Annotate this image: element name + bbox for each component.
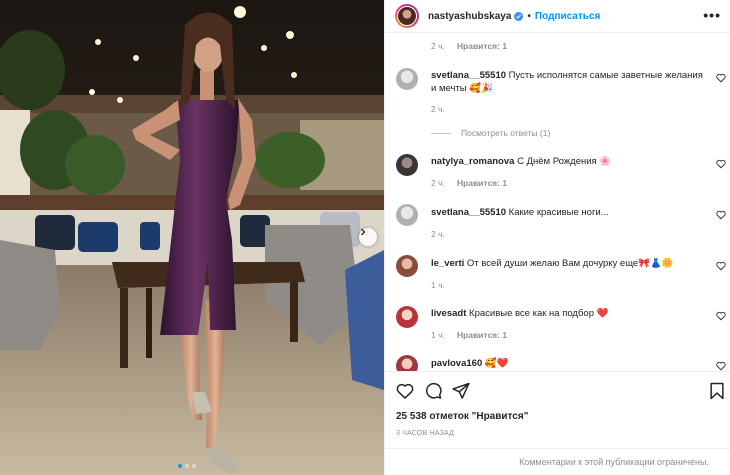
- comment-meta: 2 ч.: [431, 229, 445, 239]
- comment-username[interactable]: svetlana__55510: [431, 207, 506, 218]
- comment-meta: 1 ч. Нравится: 1: [431, 330, 507, 340]
- like-comment-heart-icon[interactable]: [716, 261, 726, 271]
- avatar[interactable]: [396, 204, 418, 226]
- comment-meta: 2 ч.: [431, 104, 445, 114]
- comment-meta: 1 ч.: [431, 280, 445, 290]
- comments-list: 2 ч. Нравится: 1 svetlana__55510 Пусть и…: [385, 33, 730, 371]
- verified-badge-icon: [514, 11, 524, 21]
- likes-count[interactable]: 25 538 отметок "Нравится": [396, 411, 528, 422]
- comment-time: 2 ч.: [431, 178, 445, 188]
- comment-body: С Днём Рождения 🌸: [517, 156, 612, 167]
- comment-meta: 2 ч. Нравится: 1: [431, 178, 507, 188]
- comment-text: svetlana__55510 Пусть исполнятся самые з…: [431, 69, 703, 95]
- username-link[interactable]: nastyashubskaya: [428, 11, 511, 22]
- comment-likes[interactable]: Нравится: 1: [457, 178, 507, 188]
- avatar[interactable]: [396, 355, 418, 371]
- more-options-icon[interactable]: •••: [703, 7, 721, 23]
- comment-body: 🥰❤️: [484, 358, 509, 369]
- carousel-dot: [178, 464, 182, 468]
- share-icon[interactable]: [451, 381, 471, 401]
- carousel-dot: [185, 464, 189, 468]
- post-header: nastyashubskaya • Подписаться •••: [385, 0, 730, 33]
- comment-text: svetlana__55510 Какие красивые ноги...: [431, 206, 703, 219]
- comment-time: 2 ч.: [431, 104, 445, 114]
- next-photo-button[interactable]: [359, 228, 377, 246]
- chevron-right-icon: [361, 228, 366, 236]
- comment-username[interactable]: svetlana__55510: [431, 70, 506, 81]
- comment-text: livesadt Красивые все как на подбор ❤️: [431, 307, 703, 320]
- post-actions: [385, 371, 730, 407]
- post-photo[interactable]: [0, 0, 384, 475]
- comment-text: le_verti От всей души желаю Вам дочурку …: [431, 257, 703, 270]
- post-sidebar: nastyashubskaya • Подписаться ••• 2 ч. Н…: [384, 0, 730, 475]
- comment-text: natylya_romanova С Днём Рождения 🌸: [431, 155, 703, 168]
- comment-body: Красивые все как на подбор ❤️: [469, 308, 609, 319]
- avatar[interactable]: [396, 306, 418, 328]
- carousel-indicator: [178, 464, 196, 468]
- avatar[interactable]: [396, 68, 418, 90]
- comment-time: 2 ч.: [431, 41, 445, 51]
- replies-line: [431, 132, 451, 134]
- like-comment-heart-icon[interactable]: [716, 159, 726, 169]
- post-time[interactable]: 3 ЧАСОВ НАЗАД: [396, 430, 454, 437]
- comment-icon[interactable]: [423, 381, 443, 401]
- comment-username[interactable]: pavlova160: [431, 358, 482, 369]
- comment-time: 1 ч.: [431, 330, 445, 340]
- comment-text: pavlova160 🥰❤️: [431, 357, 703, 370]
- like-comment-heart-icon[interactable]: [716, 73, 726, 83]
- view-replies-button[interactable]: Посмотреть ответы (1): [431, 128, 550, 138]
- like-comment-heart-icon[interactable]: [716, 311, 726, 321]
- comment-body: От всей души желаю Вам дочурку еще🎀👗🌼: [466, 258, 674, 269]
- comment-username[interactable]: livesadt: [431, 308, 466, 319]
- comments-limited-notice: Комментарии к этой публикации ограничены…: [385, 448, 730, 475]
- avatar[interactable]: [395, 4, 419, 28]
- comment-username[interactable]: natylya_romanova: [431, 156, 514, 167]
- comment-time: 2 ч.: [431, 229, 445, 239]
- follow-button[interactable]: Подписаться: [535, 11, 600, 22]
- comment-username[interactable]: le_verti: [431, 258, 464, 269]
- comment-time: 1 ч.: [431, 280, 445, 290]
- comment-likes[interactable]: Нравится: 1: [457, 41, 507, 51]
- photo-illustration: [0, 0, 384, 475]
- comment-body: Какие красивые ноги...: [508, 207, 609, 218]
- comments-limited-text: Комментарии к этой публикации ограничены…: [519, 457, 709, 467]
- avatar[interactable]: [396, 154, 418, 176]
- heart-icon[interactable]: [395, 381, 415, 401]
- post-modal: nastyashubskaya • Подписаться ••• 2 ч. Н…: [0, 0, 730, 475]
- header-separator: •: [527, 10, 531, 22]
- view-replies-label: Посмотреть ответы (1): [461, 128, 551, 138]
- carousel-dot: [192, 464, 196, 468]
- comment-meta: 2 ч. Нравится: 1: [431, 41, 507, 51]
- like-comment-heart-icon[interactable]: [716, 361, 726, 371]
- avatar[interactable]: [396, 255, 418, 277]
- bookmark-icon[interactable]: [707, 381, 727, 401]
- like-comment-heart-icon[interactable]: [716, 210, 726, 220]
- comment-likes[interactable]: Нравится: 1: [457, 330, 507, 340]
